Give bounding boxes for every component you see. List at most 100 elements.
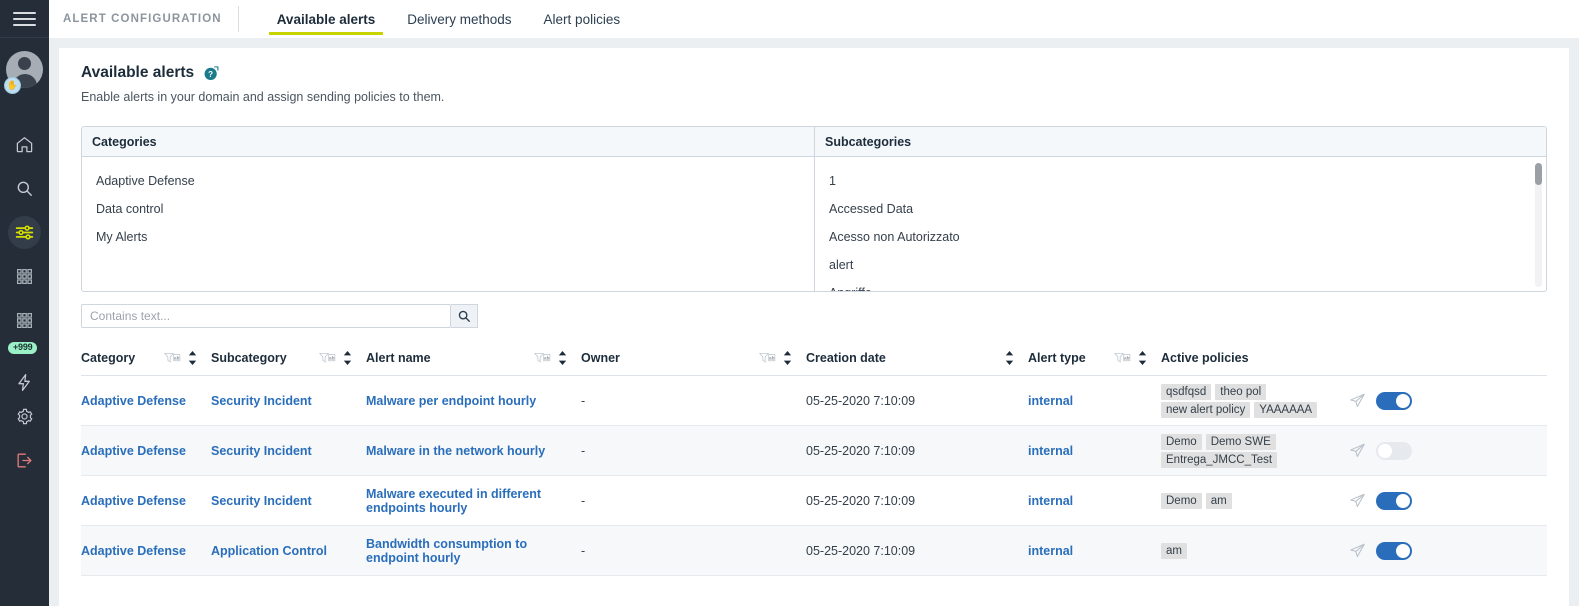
cell-owner: - bbox=[581, 543, 586, 558]
cell-category[interactable]: Adaptive Defense bbox=[81, 444, 211, 458]
scrollbar-thumb[interactable] bbox=[1535, 163, 1542, 185]
logout-icon bbox=[17, 452, 32, 468]
list-item[interactable]: alert bbox=[829, 251, 1536, 279]
policy-tag: am bbox=[1205, 492, 1232, 509]
toggle-knob bbox=[1396, 393, 1410, 408]
enable-alert-toggle[interactable] bbox=[1376, 441, 1412, 460]
column-label: Alert type bbox=[1028, 350, 1086, 365]
policy-tag: Demo SWE bbox=[1205, 433, 1276, 450]
home-icon bbox=[16, 136, 33, 152]
sort-icon[interactable] bbox=[783, 350, 792, 365]
cell-alert-type[interactable]: internal bbox=[1028, 394, 1161, 408]
hamburger-menu-button[interactable] bbox=[0, 0, 49, 38]
filter-icon[interactable]: ab bbox=[319, 352, 336, 364]
svg-text:ab: ab bbox=[544, 355, 550, 360]
filter-icon[interactable]: ab bbox=[164, 352, 181, 364]
cell-subcategory[interactable]: Security Incident bbox=[211, 444, 366, 458]
sidebar-item-grid-1[interactable] bbox=[0, 254, 49, 298]
list-item[interactable]: Accessed Data bbox=[829, 195, 1536, 223]
cell-alert-name[interactable]: Malware executed in different endpoints … bbox=[366, 487, 581, 515]
sidebar-item-logout[interactable] bbox=[0, 438, 49, 482]
column-header-alert-name[interactable]: Alert name ab bbox=[366, 350, 581, 365]
sidebar-item-tasks[interactable]: +999 bbox=[0, 342, 49, 394]
cell-category[interactable]: Adaptive Defense bbox=[81, 494, 211, 508]
subcategories-scrollbar[interactable] bbox=[1535, 163, 1542, 287]
sidebar-item-home[interactable] bbox=[0, 122, 49, 166]
search-button[interactable] bbox=[451, 304, 478, 328]
svg-text:ab: ab bbox=[769, 355, 775, 360]
enable-alert-toggle[interactable] bbox=[1376, 491, 1412, 510]
category-panels: Categories Adaptive Defense Data control… bbox=[81, 126, 1547, 292]
breadcrumb: ALERT CONFIGURATION bbox=[63, 13, 222, 25]
cell-subcategory[interactable]: Security Incident bbox=[211, 494, 366, 508]
cell-alert-name[interactable]: Malware in the network hourly bbox=[366, 444, 581, 458]
column-header-creation-date[interactable]: Creation date bbox=[806, 350, 1028, 365]
search-input[interactable] bbox=[81, 304, 451, 328]
cell-alert-type[interactable]: internal bbox=[1028, 494, 1161, 508]
policy-tags: am bbox=[1161, 542, 1339, 559]
enable-alert-toggle[interactable] bbox=[1376, 391, 1412, 410]
avatar[interactable]: ✋ bbox=[0, 38, 49, 100]
sidebar-item-search[interactable] bbox=[0, 166, 49, 210]
grid-icon bbox=[16, 268, 33, 284]
send-icon[interactable] bbox=[1349, 542, 1366, 559]
cell-creation-date: 05-25-2020 7:10:09 bbox=[806, 443, 916, 458]
help-circle-icon[interactable]: ? bbox=[203, 65, 220, 82]
cell-subcategory[interactable]: Application Control bbox=[211, 544, 366, 558]
cell-active-policies: am bbox=[1161, 541, 1547, 560]
policy-tags: Demo am bbox=[1161, 492, 1339, 509]
cell-category[interactable]: Adaptive Defense bbox=[81, 394, 211, 408]
send-icon[interactable] bbox=[1349, 442, 1366, 459]
list-item[interactable]: Adaptive Defense bbox=[96, 167, 804, 195]
tab-available-alerts[interactable]: Available alerts bbox=[261, 0, 392, 38]
cell-alert-type[interactable]: internal bbox=[1028, 444, 1161, 458]
table-row[interactable]: Adaptive Defense Security Incident Malwa… bbox=[81, 476, 1547, 526]
sort-icon[interactable] bbox=[558, 350, 567, 365]
cell-alert-name[interactable]: Bandwidth consumption to endpoint hourly bbox=[366, 537, 581, 565]
tasks-count-badge: +999 bbox=[8, 342, 38, 354]
sort-icon[interactable] bbox=[188, 350, 197, 365]
filter-icon[interactable]: ab bbox=[534, 352, 551, 364]
cell-subcategory[interactable]: Security Incident bbox=[211, 394, 366, 408]
tab-alert-policies[interactable]: Alert policies bbox=[528, 0, 637, 38]
column-header-active-policies: Active policies bbox=[1161, 351, 1547, 365]
column-header-category[interactable]: Category ab bbox=[81, 350, 211, 365]
cell-owner: - bbox=[581, 493, 586, 508]
tab-delivery-methods[interactable]: Delivery methods bbox=[391, 0, 527, 38]
column-header-alert-type[interactable]: Alert type ab bbox=[1028, 350, 1161, 365]
categories-panel: Categories Adaptive Defense Data control… bbox=[82, 127, 814, 291]
cell-active-policies: qsdfqsd theo pol new alert policy YAAAAA… bbox=[1161, 383, 1547, 418]
cell-alert-type[interactable]: internal bbox=[1028, 544, 1161, 558]
sidebar-item-settings[interactable] bbox=[0, 394, 49, 438]
cell-category[interactable]: Adaptive Defense bbox=[81, 544, 211, 558]
enable-alert-toggle[interactable] bbox=[1376, 541, 1412, 560]
policy-tag: Demo bbox=[1161, 492, 1202, 509]
list-item[interactable]: Acesso non Autorizzato bbox=[829, 223, 1536, 251]
table-row[interactable]: Adaptive Defense Application Control Ban… bbox=[81, 526, 1547, 576]
list-item[interactable]: Data control bbox=[96, 195, 804, 223]
filter-icon[interactable]: ab bbox=[1114, 352, 1131, 364]
sort-icon[interactable] bbox=[1138, 350, 1147, 365]
sort-icon[interactable] bbox=[1005, 350, 1014, 365]
policy-tag: Entrega_JMCC_Test bbox=[1161, 451, 1278, 468]
list-item[interactable]: Angriffe bbox=[829, 279, 1536, 291]
list-item[interactable]: 1 bbox=[829, 167, 1536, 195]
toggle-knob bbox=[1396, 493, 1410, 508]
search-row bbox=[81, 304, 1547, 328]
subcategories-header: Subcategories bbox=[815, 127, 1546, 157]
column-header-subcategory[interactable]: Subcategory ab bbox=[211, 350, 366, 365]
filter-icon[interactable]: ab bbox=[759, 352, 776, 364]
hamburger-menu-icon bbox=[13, 8, 36, 30]
table-row[interactable]: Adaptive Defense Security Incident Malwa… bbox=[81, 426, 1547, 476]
column-header-owner[interactable]: Owner ab bbox=[581, 350, 806, 365]
sidebar-item-alert-configuration[interactable] bbox=[0, 210, 49, 254]
left-sidebar: ✋ +999 bbox=[0, 0, 49, 606]
list-item[interactable]: My Alerts bbox=[96, 223, 804, 251]
sort-icon[interactable] bbox=[343, 350, 352, 365]
cell-alert-name[interactable]: Malware per endpoint hourly bbox=[366, 394, 581, 408]
sidebar-item-grid-2[interactable] bbox=[0, 298, 49, 342]
table-row[interactable]: Adaptive Defense Security Incident Malwa… bbox=[81, 376, 1547, 426]
top-bar: ALERT CONFIGURATION Available alerts Del… bbox=[49, 0, 1579, 38]
send-icon[interactable] bbox=[1349, 392, 1366, 409]
send-icon[interactable] bbox=[1349, 492, 1366, 509]
